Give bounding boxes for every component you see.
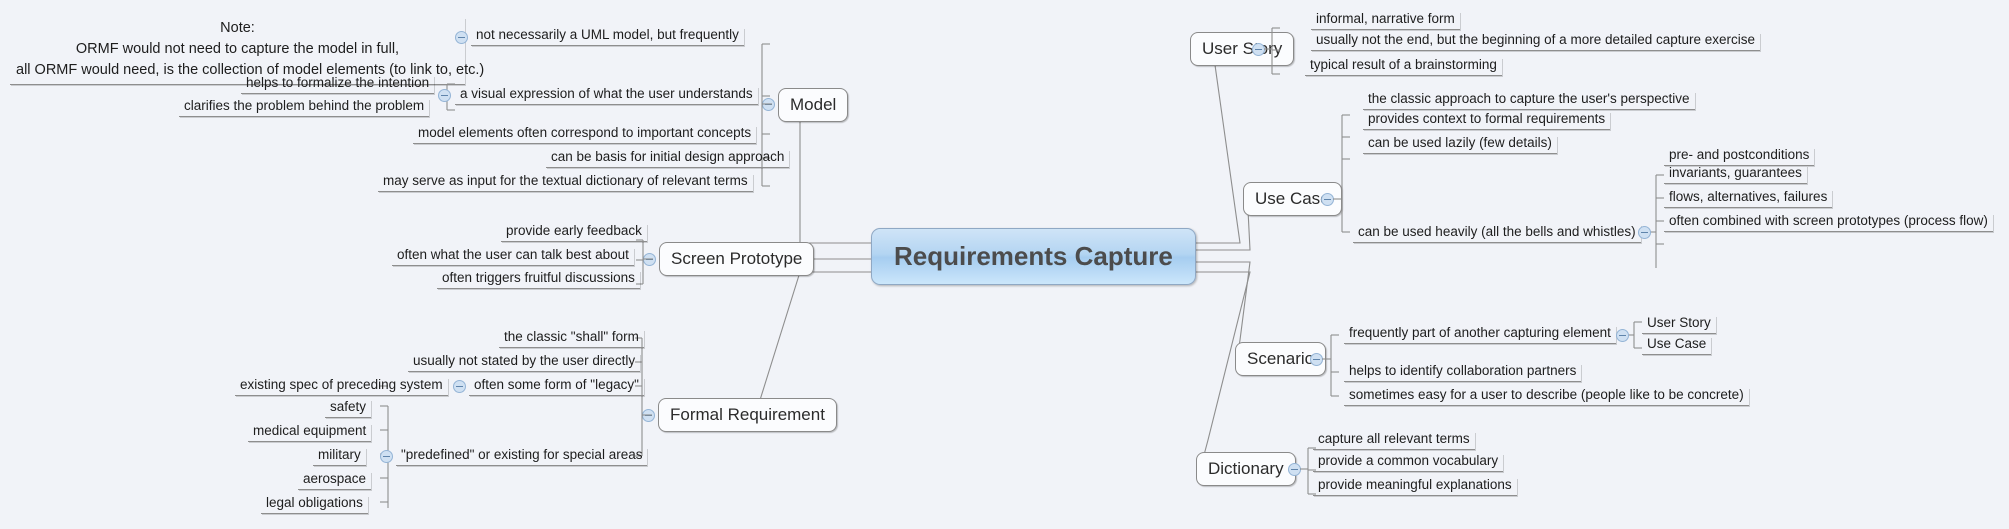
leaf-dictionary-0[interactable]: capture all relevant terms [1313, 432, 1475, 450]
leaf-formal-requirement-0[interactable]: the classic "shall" form [499, 330, 644, 348]
edge-root-user-story [1195, 51, 1241, 244]
branch-user-story[interactable]: User Story [1190, 32, 1295, 66]
collapse-icon-model[interactable] [762, 98, 775, 111]
collapse-icon-formal-requirement-2[interactable] [453, 380, 466, 393]
edge-root-use-case [1196, 199, 1251, 251]
collapse-icon-formal-requirement[interactable] [642, 409, 655, 422]
leaf-model-0[interactable]: not necessarily a UML model, but frequen… [471, 28, 744, 46]
leaf-formal-requirement-2[interactable]: often some form of "legacy" [469, 378, 644, 396]
collapse-icon-scenario[interactable] [1310, 353, 1323, 366]
collapse-icon-dictionary[interactable] [1288, 463, 1301, 476]
leaf-model-4[interactable]: may serve as input for the textual dicti… [378, 174, 753, 192]
leaf-model-1-1[interactable]: clarifies the problem behind the problem [179, 99, 430, 117]
leaf-use-case-0[interactable]: the classic approach to capture the user… [1363, 92, 1695, 110]
leaf-model-3[interactable]: can be basis for initial design approach [546, 150, 790, 168]
collapse-icon-model-0[interactable] [455, 31, 468, 44]
leaf-use-case-3[interactable]: can be used heavily (all the bells and w… [1353, 225, 1641, 243]
leaf-use-case-2[interactable]: can be used lazily (few details) [1363, 136, 1557, 154]
leaf-scenario-0-0[interactable]: User Story [1642, 316, 1716, 334]
edge-root-formal-requirement [732, 271, 871, 416]
leaf-screen-prototype-0[interactable]: provide early feedback [501, 224, 647, 242]
leaf-use-case-1[interactable]: provides context to formal requirements [1363, 112, 1611, 130]
collapse-icon-screen-prototype[interactable] [643, 253, 656, 266]
leaf-formal-requirement-3-2[interactable]: military [313, 448, 366, 466]
branch-model[interactable]: Model [778, 88, 849, 122]
leaf-dictionary-2[interactable]: provide meaningful explanations [1313, 478, 1517, 496]
note-line-2: ORMF would not need to capture the model… [75, 41, 400, 58]
leaf-scenario-0[interactable]: frequently part of another capturing ele… [1344, 326, 1616, 344]
branch-formal-requirement[interactable]: Formal Requirement [658, 398, 837, 432]
branch-dictionary[interactable]: Dictionary [1196, 452, 1296, 486]
leaf-user-story-2[interactable]: typical result of a brainstorming [1305, 58, 1502, 76]
leaf-dictionary-1[interactable]: provide a common vocabulary [1313, 454, 1504, 472]
branch-screen-prototype[interactable]: Screen Prototype [659, 242, 815, 276]
leaf-use-case-3-3[interactable]: often combined with screen prototypes (p… [1664, 214, 1993, 232]
collapse-icon-use-case[interactable] [1321, 193, 1334, 206]
leaf-formal-requirement-3-0[interactable]: safety [325, 400, 372, 418]
leaf-formal-requirement-1[interactable]: usually not stated by the user directly [408, 354, 641, 372]
leaf-scenario-0-1[interactable]: Use Case [1642, 337, 1712, 355]
leaf-model-2[interactable]: model elements often correspond to impor… [413, 126, 757, 144]
leaf-use-case-3-1[interactable]: invariants, guarantees [1664, 166, 1807, 184]
edge-root-model [799, 103, 871, 244]
leaf-scenario-1[interactable]: helps to identify collaboration partners [1344, 364, 1582, 382]
leaf-formal-requirement-3-4[interactable]: legal obligations [261, 496, 368, 514]
collapse-icon-user-story[interactable] [1252, 43, 1265, 56]
leaf-user-story-1[interactable]: usually not the end, but the beginning o… [1311, 33, 1761, 51]
collapse-icon-model-1[interactable] [438, 89, 451, 102]
leaf-screen-prototype-2[interactable]: often triggers fruitful discussions [437, 271, 640, 289]
leaf-use-case-3-2[interactable]: flows, alternatives, failures [1664, 190, 1833, 208]
collapse-icon-use-case-3[interactable] [1638, 226, 1651, 239]
leaf-scenario-2[interactable]: sometimes easy for a user to describe (p… [1344, 388, 1749, 406]
collapse-icon-scenario-0[interactable] [1616, 329, 1629, 342]
leaf-formal-requirement-3[interactable]: "predefined" or existing for special are… [396, 448, 648, 466]
leaf-use-case-3-0[interactable]: pre- and postconditions [1664, 148, 1815, 166]
leaf-formal-requirement-3-1[interactable]: medical equipment [248, 424, 372, 442]
mindmap-canvas: Requirements Capture Note: ORMF would no… [0, 0, 2009, 529]
leaf-screen-prototype-1[interactable]: often what the user can talk best about [392, 248, 634, 266]
leaf-model-1[interactable]: a visual expression of what the user und… [455, 87, 758, 105]
leaf-user-story-0[interactable]: informal, narrative form [1311, 12, 1460, 30]
leaf-formal-requirement-3-3[interactable]: aerospace [298, 472, 372, 490]
collapse-icon-formal-requirement-3[interactable] [380, 450, 393, 463]
root-node[interactable]: Requirements Capture [871, 228, 1196, 285]
leaf-formal-requirement-2-0[interactable]: existing spec of preceding system [235, 378, 448, 396]
leaf-model-1-0[interactable]: helps to formalize the intention [241, 76, 435, 94]
note-line-1: Note: [220, 20, 255, 36]
